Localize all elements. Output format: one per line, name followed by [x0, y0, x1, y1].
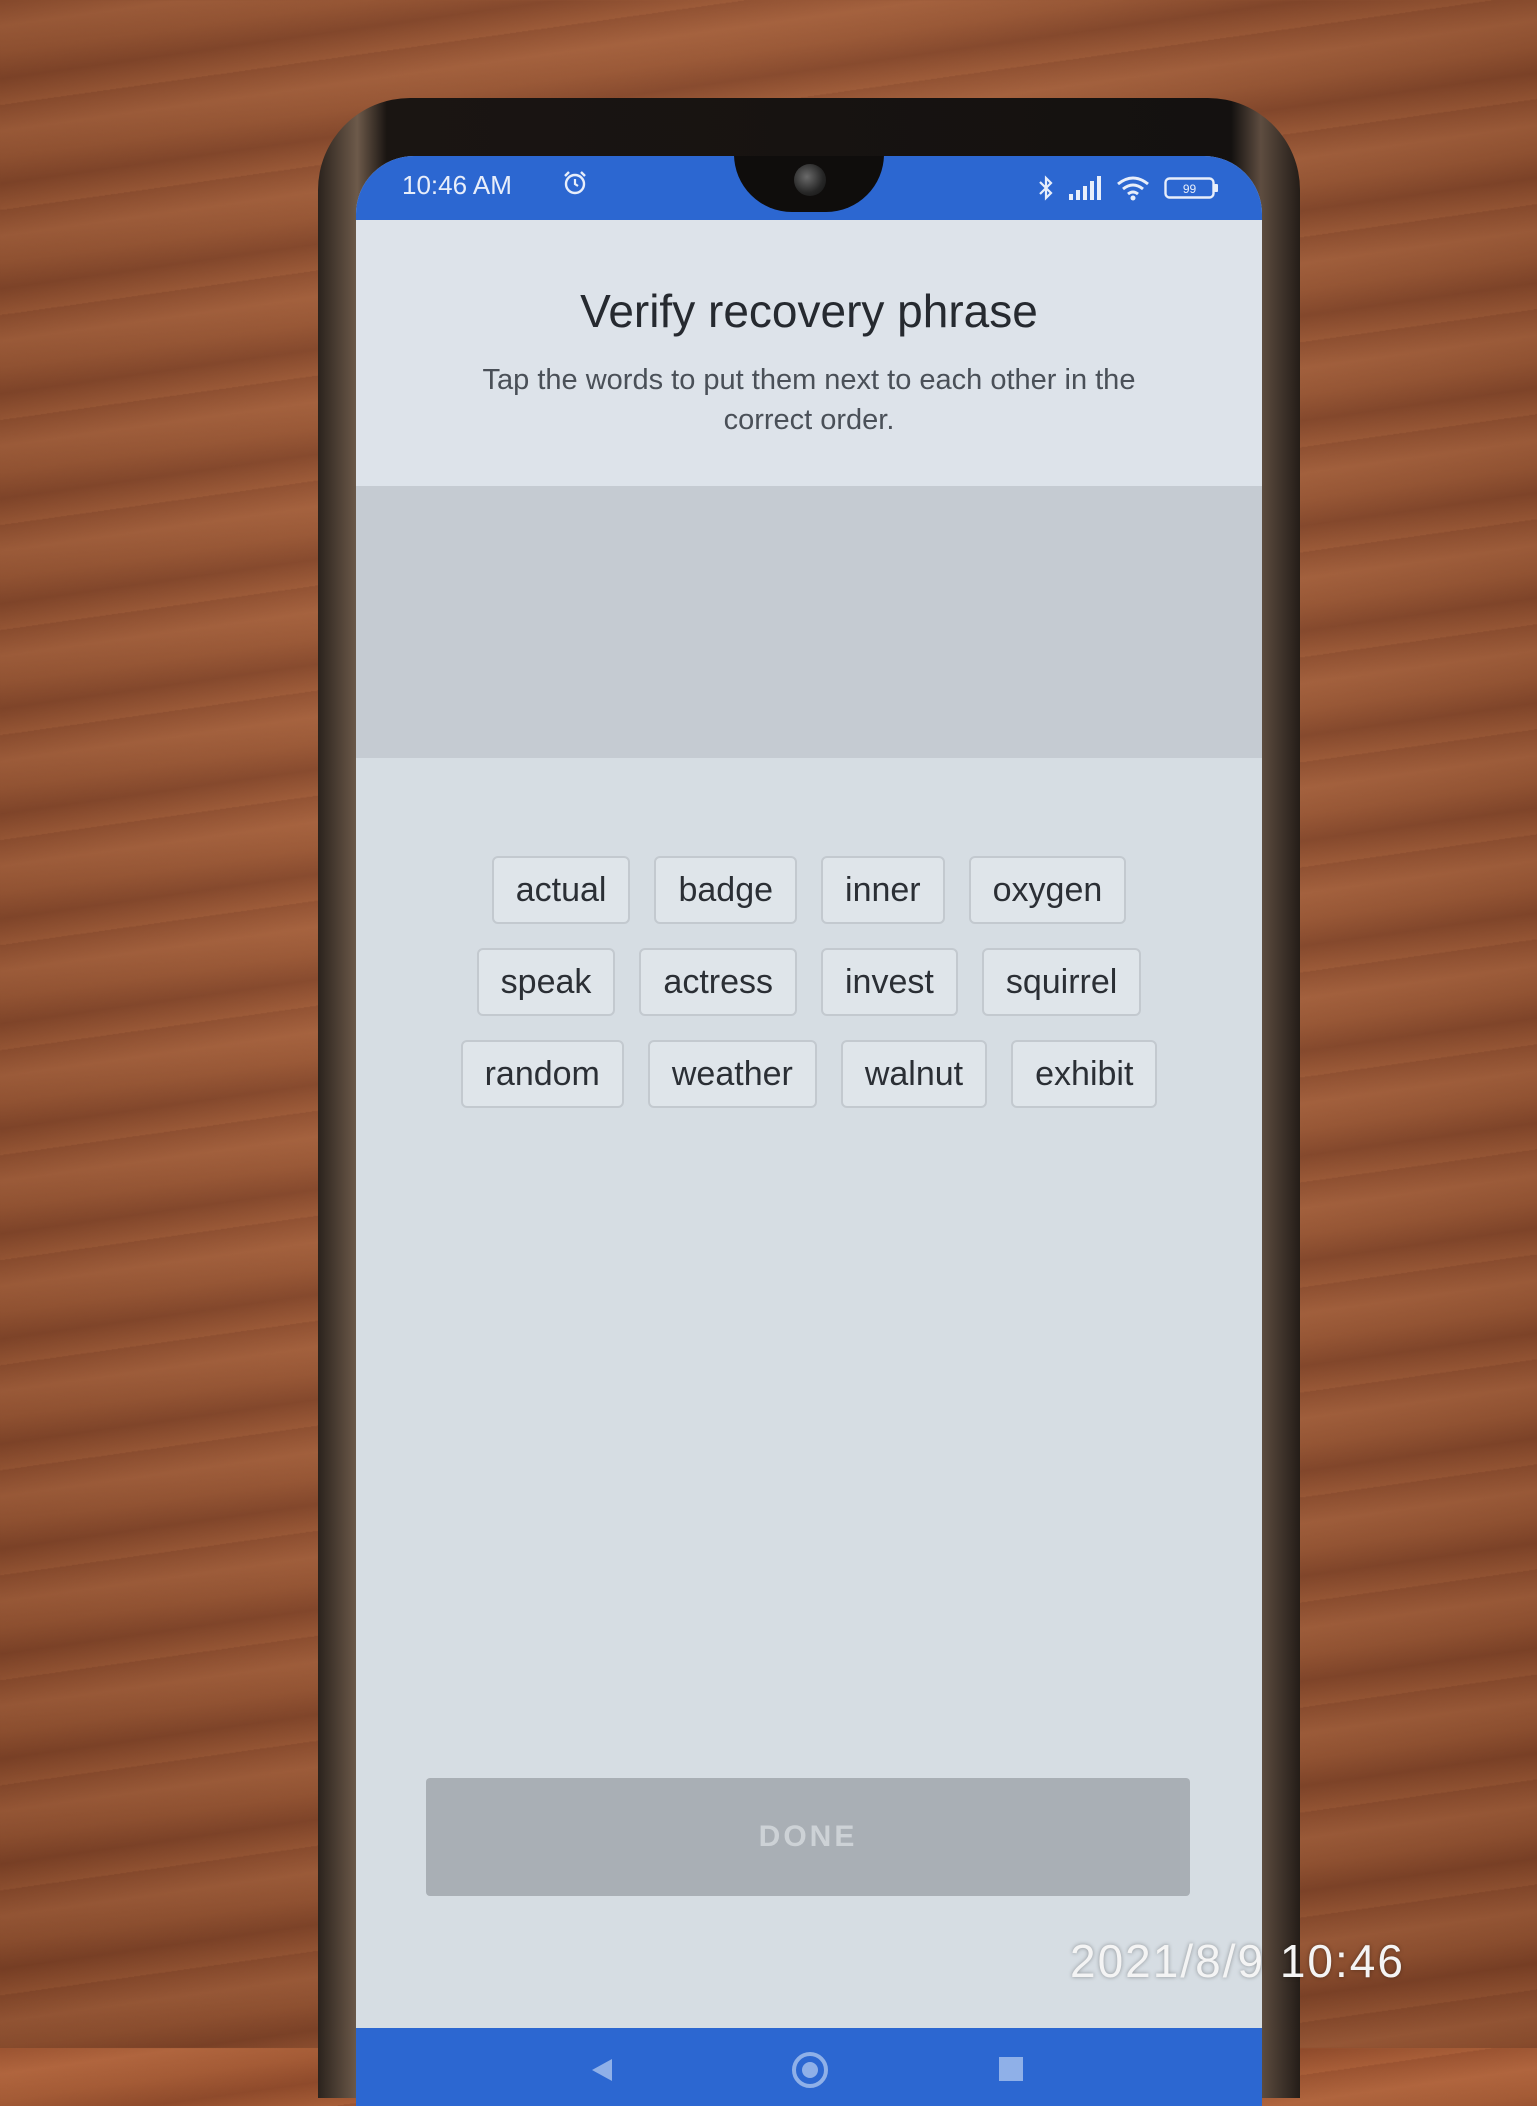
- recent-apps-icon[interactable]: [998, 2056, 1024, 2082]
- home-icon[interactable]: [790, 2050, 830, 2090]
- phone-frame: 10:46 AM 99 Verify recovery phrase Tap t…: [318, 98, 1300, 2106]
- word-chip-actress[interactable]: actress: [639, 948, 797, 1016]
- display-notch: [734, 156, 884, 212]
- navigation-bar: [356, 2028, 1262, 2106]
- word-chip-exhibit[interactable]: exhibit: [1011, 1040, 1158, 1108]
- word-chip-random[interactable]: random: [460, 1040, 624, 1108]
- word-choices: actual badge inner oxygen speak actress …: [416, 856, 1202, 1108]
- photo-timestamp: 2021/8/9 10:46: [1070, 1935, 1405, 1987]
- selected-words-area[interactable]: [356, 486, 1262, 758]
- battery-level: 99: [1183, 182, 1197, 196]
- alarm-icon: [564, 171, 586, 195]
- phone-screen: 10:46 AM 99 Verify recovery phrase Tap t…: [356, 156, 1262, 2106]
- word-chip-oxygen[interactable]: oxygen: [968, 856, 1127, 924]
- back-icon[interactable]: [588, 2056, 616, 2084]
- word-chip-actual[interactable]: actual: [491, 856, 631, 924]
- verify-header: Verify recovery phrase Tap the words to …: [356, 220, 1262, 486]
- wifi-icon: [1117, 176, 1149, 201]
- word-chip-inner[interactable]: inner: [821, 856, 945, 924]
- signal-icon: [1069, 176, 1101, 200]
- page-title: Verify recovery phrase: [580, 285, 1038, 337]
- status-icons: 99: [1038, 174, 1220, 202]
- bluetooth-icon: [1039, 175, 1053, 201]
- word-chip-speak[interactable]: speak: [476, 948, 616, 1016]
- instructions-text: Tap the words to put them next to each o…: [482, 364, 1136, 436]
- done-button[interactable]: DONE: [426, 1778, 1190, 1896]
- front-camera: [794, 164, 826, 196]
- word-chip-badge[interactable]: badge: [654, 856, 798, 924]
- word-chip-walnut[interactable]: walnut: [840, 1040, 988, 1108]
- word-chip-squirrel[interactable]: squirrel: [981, 948, 1142, 1016]
- battery-icon: 99: [1164, 177, 1218, 199]
- word-chip-weather[interactable]: weather: [647, 1040, 817, 1108]
- status-time: 10:46 AM: [402, 170, 512, 200]
- status-bar: 10:46 AM 99: [356, 156, 1262, 220]
- word-chip-invest[interactable]: invest: [821, 948, 958, 1016]
